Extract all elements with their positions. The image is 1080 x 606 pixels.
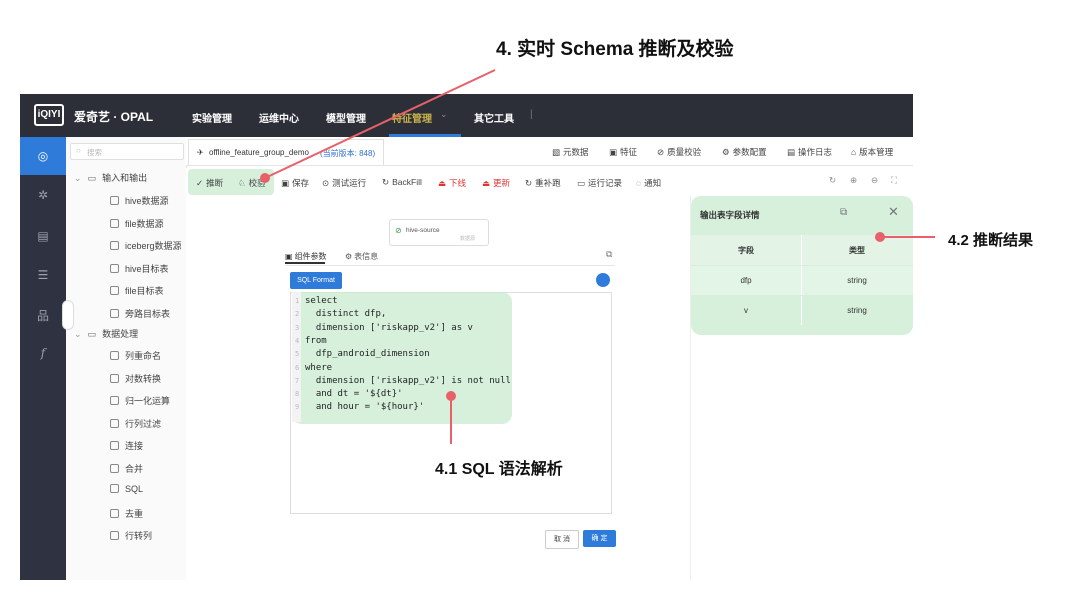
- annotation-overlay: [260, 69, 935, 444]
- annotation-infer-result: 4.2 推断结果: [948, 232, 1034, 249]
- annotation-sql-parse: 4.1 SQL 语法解析: [435, 461, 563, 478]
- annotation-line-title: [264, 69, 496, 179]
- annotation-dot-title: [260, 173, 270, 183]
- annotation-dot-sql: [446, 391, 456, 401]
- annotation-dot-result: [875, 232, 885, 242]
